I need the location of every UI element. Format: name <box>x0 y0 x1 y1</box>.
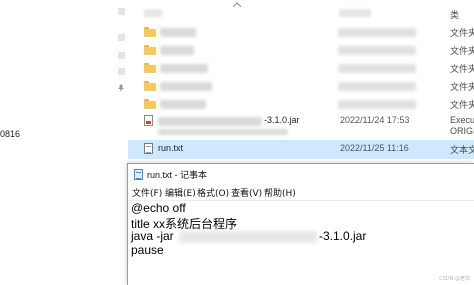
txt-file-name: run.txt <box>158 143 184 153</box>
code-line-pause: pause <box>131 243 164 257</box>
folder-date-redacted <box>338 64 416 73</box>
code-line-java-suffix: -3.1.0.jar <box>319 229 367 243</box>
notepad-window: run.txt - 记事本 文件(F) 编辑(E) 格式(O) 查看(V) 帮助… <box>127 163 474 285</box>
nav-pane-partial-label: 0816 <box>0 129 21 139</box>
file-explorer-window: 0816 类 文件夹 文件夹 文件夹 文件夹 文件夹 -3.1.0.jar 20… <box>0 0 474 160</box>
folder-row[interactable]: 文件夹 <box>128 41 474 60</box>
folder-name-redacted <box>160 28 196 37</box>
code-line-java-prefix: java -jar <box>131 229 174 243</box>
file-name-redacted <box>158 129 288 135</box>
folder-row[interactable]: 文件夹 <box>128 59 474 78</box>
jar-file-name-suffix: -3.1.0.jar <box>264 115 300 125</box>
menu-help[interactable]: 帮助(H) <box>264 186 296 199</box>
origin-file-row[interactable]: ORIGIN <box>128 126 474 138</box>
menu-view[interactable]: 查看(V) <box>231 186 262 199</box>
folder-icon <box>144 45 156 55</box>
code-line-echo: @echo off <box>131 201 186 215</box>
folder-row[interactable]: 文件夹 <box>128 23 474 42</box>
txt-file-date: 2022/11/25 11:16 <box>340 143 409 153</box>
folder-date-redacted <box>338 46 416 55</box>
column-header-type[interactable]: 类 <box>450 8 459 21</box>
folder-date-redacted <box>338 28 416 37</box>
folder-icon <box>144 81 156 91</box>
txt-file-row[interactable]: run.txt 2022/11/25 11:16 文本文 <box>128 140 474 159</box>
menu-bar: 文件(F) 编辑(E) 格式(O) 查看(V) 帮助(H) <box>128 184 474 201</box>
txt-file-type: 文本文 <box>450 145 474 155</box>
folder-type: 文件夹 <box>450 64 474 74</box>
menu-edit[interactable]: 编辑(E) <box>165 186 196 199</box>
window-title: run.txt - 记事本 <box>147 170 208 180</box>
java-archive-icon <box>144 115 153 126</box>
chevron-up-icon[interactable] <box>233 2 241 7</box>
notepad-titlebar[interactable]: run.txt - 记事本 <box>128 164 474 184</box>
text-editor-area[interactable]: @echo off title xx系统后台程序 java -jar -3.1.… <box>131 201 474 285</box>
watermark: CSDN @老郭 <box>439 276 470 282</box>
nav-pane-icon[interactable] <box>118 68 125 75</box>
origin-file-type: ORIGIN <box>450 126 474 136</box>
navigation-pane: 0816 <box>0 0 128 160</box>
folder-name-redacted <box>160 82 212 91</box>
text-file-icon <box>144 143 153 154</box>
folder-name-redacted <box>160 46 194 55</box>
nav-pane-icon[interactable] <box>118 52 125 59</box>
folder-icon <box>144 99 156 109</box>
folder-type: 文件夹 <box>450 100 474 110</box>
folder-type: 文件夹 <box>450 46 474 56</box>
folder-icon <box>144 63 156 73</box>
jar-file-date: 2022/11/24 17:53 <box>340 115 410 125</box>
folder-date-redacted <box>338 82 416 91</box>
folder-row[interactable]: 文件夹 <box>128 77 474 96</box>
folder-icon <box>144 27 156 37</box>
folder-type: 文件夹 <box>450 28 474 38</box>
folder-name-redacted <box>160 100 206 109</box>
folder-date-redacted <box>338 100 416 109</box>
column-header-date[interactable] <box>339 9 371 17</box>
folder-type: 文件夹 <box>450 82 474 92</box>
pin-icon[interactable] <box>117 84 125 92</box>
menu-format[interactable]: 格式(O) <box>197 186 229 199</box>
menu-file[interactable]: 文件(F) <box>132 186 162 199</box>
nav-pane-icon[interactable] <box>118 34 125 41</box>
column-header-name[interactable] <box>144 9 162 17</box>
nav-pane-icon[interactable] <box>118 8 125 15</box>
jar-file-type: Executa <box>450 115 474 125</box>
notepad-icon <box>134 169 143 180</box>
jar-name-redacted <box>179 231 317 243</box>
jar-name-redacted <box>158 117 262 126</box>
folder-name-redacted <box>160 64 208 73</box>
